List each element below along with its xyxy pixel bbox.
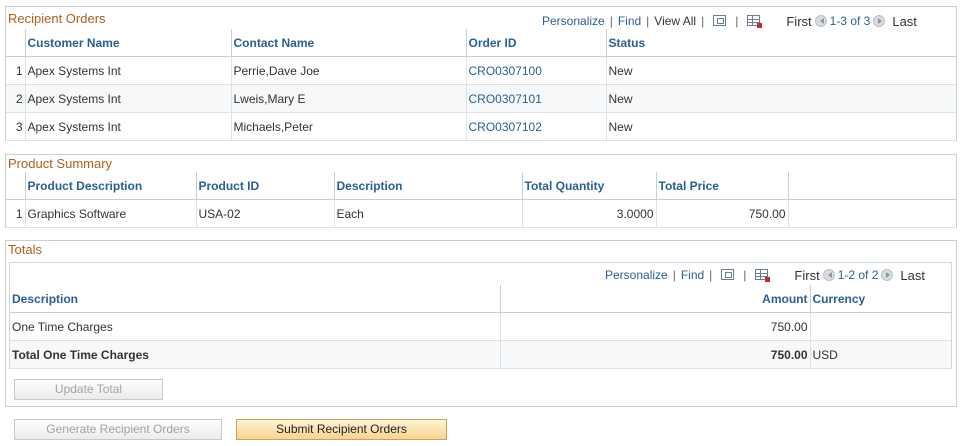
total-quantity-cell: 3.0000: [521, 199, 656, 228]
totals-section: Totals Personalize | Find | | First 1-2 …: [5, 240, 957, 407]
table-header-row: Customer Name Contact Name Order ID Stat…: [6, 29, 956, 57]
table-header-row: Description Amount Currency: [10, 285, 951, 313]
amount-cell: 750.00: [499, 340, 810, 369]
status-cell: New: [605, 84, 956, 113]
find-link[interactable]: Find: [618, 14, 641, 28]
col-order-id[interactable]: Order ID: [465, 29, 606, 57]
order-id-link[interactable]: CRO0307101: [465, 84, 606, 113]
update-total-button[interactable]: Update Total: [14, 379, 163, 400]
col-total-quantity[interactable]: Total Quantity: [521, 172, 656, 200]
table-row: 1 Apex Systems Int Perrie,Dave Joe CRO03…: [6, 56, 956, 85]
product-summary-title: Product Summary: [8, 156, 113, 171]
description-cell: One Time Charges: [10, 312, 500, 341]
recipient-orders-table: Customer Name Contact Name Order ID Stat…: [6, 29, 956, 141]
first-label: First: [786, 13, 812, 29]
submit-recipient-orders-button[interactable]: Submit Recipient Orders: [236, 419, 447, 440]
personalize-link[interactable]: Personalize: [605, 268, 668, 282]
contact-cell: Michaels,Peter: [230, 112, 466, 141]
total-price-cell: 750.00: [655, 199, 788, 228]
status-cell: New: [605, 56, 956, 85]
view-all-link[interactable]: View All: [654, 14, 696, 28]
col-product-description[interactable]: Product Description: [24, 172, 196, 200]
description-cell: Each: [333, 199, 522, 228]
generate-recipient-orders-button[interactable]: Generate Recipient Orders: [14, 419, 222, 440]
next-arrow-icon[interactable]: [881, 269, 894, 281]
order-id-link[interactable]: CRO0307102: [465, 112, 606, 141]
order-id-link[interactable]: CRO0307100: [465, 56, 606, 85]
totals-title: Totals: [8, 242, 42, 257]
col-status[interactable]: Status: [605, 29, 956, 57]
contact-cell: Perrie,Dave Joe: [230, 56, 466, 85]
product-summary-table: Product Description Product ID Descripti…: [6, 172, 956, 228]
next-arrow-icon[interactable]: [873, 15, 886, 27]
recipient-orders-nav: Personalize | Find | View All | | First …: [542, 13, 917, 29]
prev-arrow-icon[interactable]: [822, 269, 835, 281]
col-currency[interactable]: Currency: [809, 285, 951, 313]
table-header-row: Product Description Product ID Descripti…: [6, 172, 956, 200]
row-range: 1-3 of 3: [829, 14, 871, 28]
customer-cell: Apex Systems Int: [24, 56, 231, 85]
col-customer-name[interactable]: Customer Name: [24, 29, 231, 57]
table-row: 3 Apex Systems Int Michaels,Peter CRO030…: [6, 112, 956, 141]
col-total-price[interactable]: Total Price: [655, 172, 788, 200]
customer-cell: Apex Systems Int: [24, 84, 231, 113]
product-summary-section: Product Summary Product Description Prod…: [5, 154, 957, 228]
totals-table: Description Amount Currency One Time Cha…: [10, 285, 951, 369]
totals-grid: Personalize | Find | | First 1-2 of 2 La…: [9, 262, 952, 369]
product-id-cell: USA-02: [195, 199, 334, 228]
col-amount[interactable]: Amount: [499, 285, 810, 313]
recipient-orders-section: Recipient Orders Personalize | Find | Vi…: [5, 6, 957, 141]
table-row: Total One Time Charges 750.00 USD: [10, 340, 951, 369]
col-product-id[interactable]: Product ID: [195, 172, 334, 200]
col-contact-name[interactable]: Contact Name: [230, 29, 466, 57]
currency-cell: USD: [809, 340, 951, 369]
download-grid-icon[interactable]: [747, 14, 763, 28]
description-cell: Total One Time Charges: [10, 340, 500, 369]
col-description[interactable]: Description: [333, 172, 522, 200]
find-link[interactable]: Find: [681, 268, 704, 282]
product-desc-cell: Graphics Software: [24, 199, 196, 228]
first-label: First: [794, 267, 820, 283]
currency-cell: [809, 312, 951, 341]
contact-cell: Lweis,Mary E: [230, 84, 466, 113]
status-cell: New: [605, 112, 956, 141]
row-range: 1-2 of 2: [837, 268, 879, 282]
totals-nav: Personalize | Find | | First 1-2 of 2 La…: [605, 267, 925, 283]
table-row: 1 Graphics Software USA-02 Each 3.0000 7…: [6, 199, 956, 228]
zoom-icon[interactable]: [721, 268, 735, 280]
col-description[interactable]: Description: [10, 285, 500, 313]
recipient-orders-title: Recipient Orders: [8, 11, 106, 26]
personalize-link[interactable]: Personalize: [542, 14, 605, 28]
download-grid-icon[interactable]: [755, 268, 771, 282]
last-label: Last: [892, 13, 917, 29]
table-row: One Time Charges 750.00: [10, 312, 951, 341]
amount-cell: 750.00: [499, 312, 810, 341]
zoom-icon[interactable]: [713, 14, 727, 26]
prev-arrow-icon[interactable]: [814, 15, 827, 27]
customer-cell: Apex Systems Int: [24, 112, 231, 141]
last-label: Last: [900, 267, 925, 283]
table-row: 2 Apex Systems Int Lweis,Mary E CRO03071…: [6, 84, 956, 113]
